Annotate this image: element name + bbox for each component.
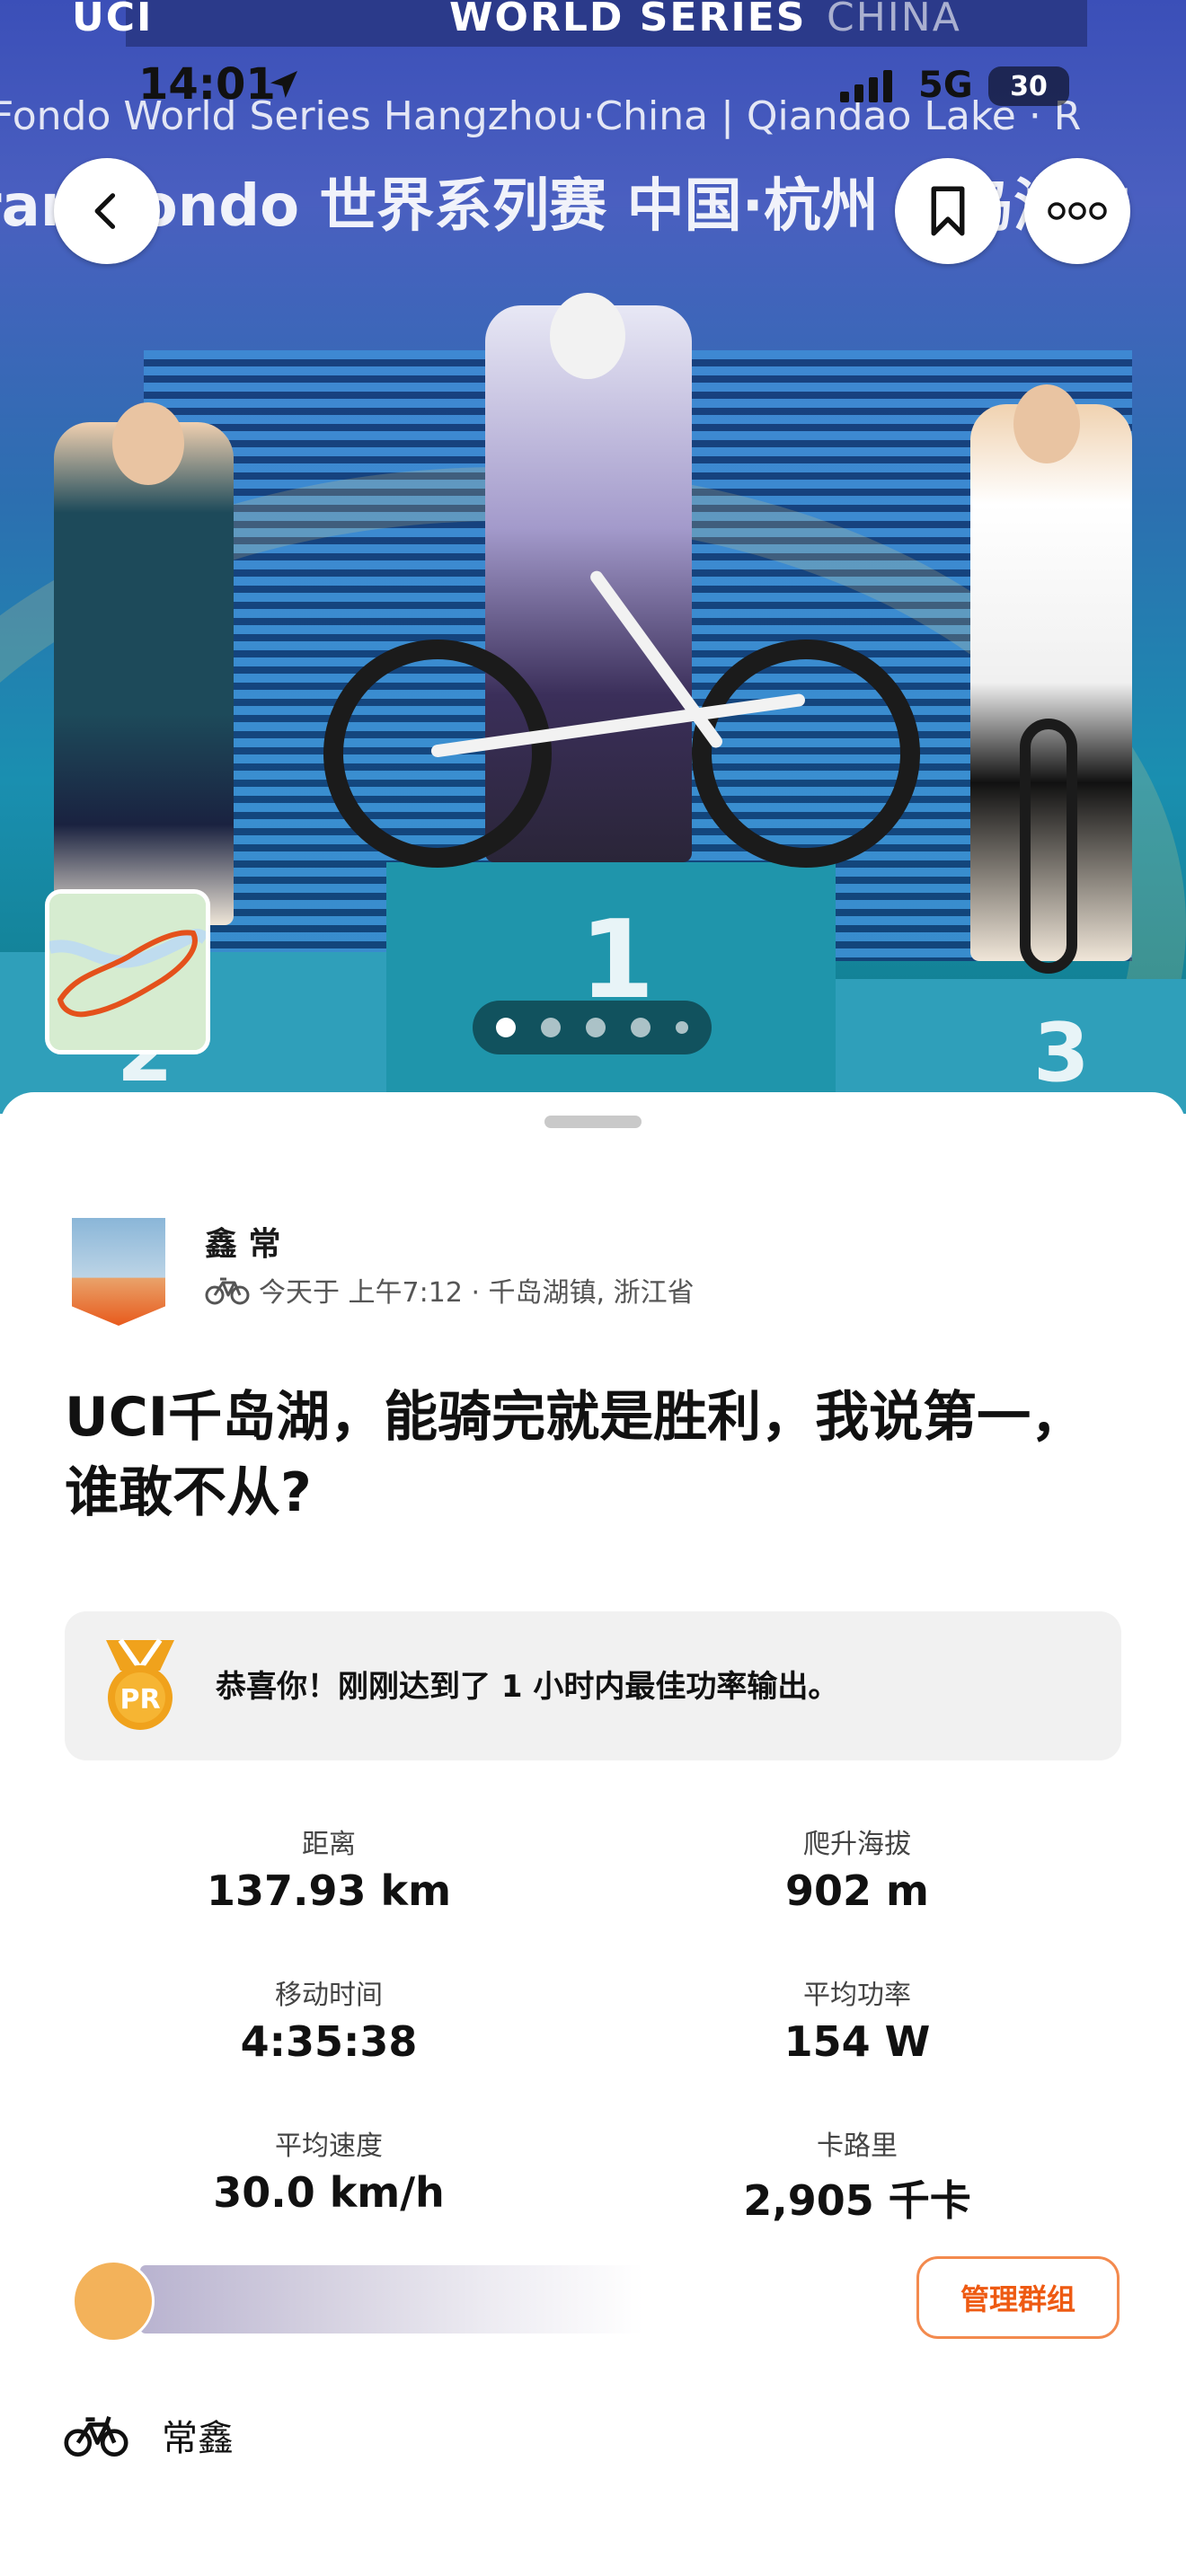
battery-level: 30 (1010, 70, 1048, 102)
bike-gear-icon (64, 2416, 128, 2457)
stat-value: 4:35:38 (240, 2017, 418, 2066)
athlete-name[interactable]: 鑫 常 (205, 1218, 281, 1265)
route-map-thumbnail[interactable] (45, 889, 210, 1054)
pr-badge-text: PR (119, 1684, 160, 1716)
more-dots-icon (1048, 202, 1107, 220)
sheet-grabber[interactable] (544, 1116, 642, 1128)
stat-label: 距离 (302, 1829, 356, 1860)
activity-title: UCI千岛湖，能骑完就是胜利，我说第一，谁敢不从? (65, 1386, 1085, 1524)
gear-name: 常鑫 (162, 2418, 234, 2459)
bike-icon (205, 1277, 250, 1305)
stat-label: 移动时间 (275, 1980, 383, 2011)
stat-value: 154 W (783, 2017, 931, 2066)
banner-world-series: WORLD SERIES (449, 0, 807, 40)
stat-value: 902 m (785, 1866, 929, 1915)
more-options-button[interactable] (1024, 158, 1130, 264)
back-button[interactable] (54, 158, 160, 264)
rider-right-head (1013, 384, 1080, 463)
bookmark-button[interactable] (895, 158, 1001, 264)
carousel-indicator[interactable] (473, 1001, 712, 1054)
activity-time-location: 今天于 上午7:12 · 千岛湖镇, 浙江省 (259, 1277, 695, 1309)
banner-china: CHINA (827, 0, 961, 40)
carousel-dot-4[interactable] (631, 1018, 651, 1037)
event-banner: UCI WORLD SERIES CHINA (72, 0, 1087, 47)
stat-value: 137.93 km (206, 1866, 452, 1915)
pr-message: 恭喜你！刚刚达到了 1 小时内最佳功率输出。 (216, 1669, 839, 1705)
group-member-avatar[interactable] (72, 2260, 155, 2342)
bike-right-wheel (1020, 719, 1077, 974)
carousel-dot-3[interactable] (586, 1018, 606, 1037)
stat-label: 平均功率 (803, 1980, 911, 2011)
chevron-left-icon (94, 193, 116, 229)
rider-left (54, 422, 234, 925)
stat-label: 爬升海拔 (803, 1829, 911, 1860)
location-arrow-icon (270, 71, 297, 98)
carousel-dot-5[interactable] (676, 1021, 688, 1034)
stat-avg-power: 平均功率 154 W (606, 1972, 1109, 2066)
carousel-dot-2[interactable] (541, 1018, 561, 1037)
battery-icon: 30 (988, 66, 1069, 106)
pr-medal-icon: PR (106, 1638, 174, 1730)
route-map-icon (49, 894, 206, 1050)
bookmark-icon (931, 186, 965, 236)
athlete-avatar[interactable] (72, 1218, 165, 1326)
activity-photo[interactable]: UCI WORLD SERIES CHINA Fondo World Serie… (0, 0, 1186, 1114)
group-members-strip[interactable] (140, 2265, 643, 2333)
rider-center-helmet (550, 293, 625, 379)
stat-distance: 距离 137.93 km (77, 1822, 580, 1915)
activity-detail-sheet: 鑫 常 今天于 上午7:12 · 千岛湖镇, 浙江省 UCI千岛湖，能骑完就是胜… (0, 1092, 1186, 2576)
manage-group-button[interactable]: 管理群组 (916, 2256, 1120, 2339)
status-time: 14:01 (138, 59, 276, 110)
banner-subtitle-zh: ran Fondo 世界系列赛 中国·杭州 千岛湖站 (0, 173, 1129, 240)
rider-left-head (112, 402, 184, 485)
stat-value: 2,905 千卡 (743, 2176, 971, 2225)
stat-moving-time: 移动时间 4:35:38 (77, 1972, 580, 2066)
stat-elevation-gain: 爬升海拔 902 m (606, 1822, 1109, 1915)
carousel-dot-1[interactable] (496, 1018, 516, 1037)
banner-uci: UCI (72, 0, 154, 40)
pr-achievement-card[interactable]: PR 恭喜你！刚刚达到了 1 小时内最佳功率输出。 (65, 1611, 1121, 1760)
stat-label: 平均速度 (275, 2130, 383, 2162)
network-type: 5G (918, 65, 973, 106)
stat-value: 30.0 km/h (213, 2168, 445, 2217)
signal-icon (840, 70, 892, 102)
status-bar: 14:01 5G 30 (0, 54, 1186, 117)
stat-calories: 卡路里 2,905 千卡 (606, 2123, 1109, 2228)
gear-row[interactable]: 常鑫 (63, 2409, 234, 2461)
activity-meta: 今天于 上午7:12 · 千岛湖镇, 浙江省 (205, 1270, 695, 1310)
stat-avg-speed: 平均速度 30.0 km/h (77, 2123, 580, 2217)
podium-number-3: 3 (1033, 1006, 1090, 1100)
stat-label: 卡路里 (817, 2130, 898, 2162)
bike-rear-wheel (692, 640, 920, 868)
